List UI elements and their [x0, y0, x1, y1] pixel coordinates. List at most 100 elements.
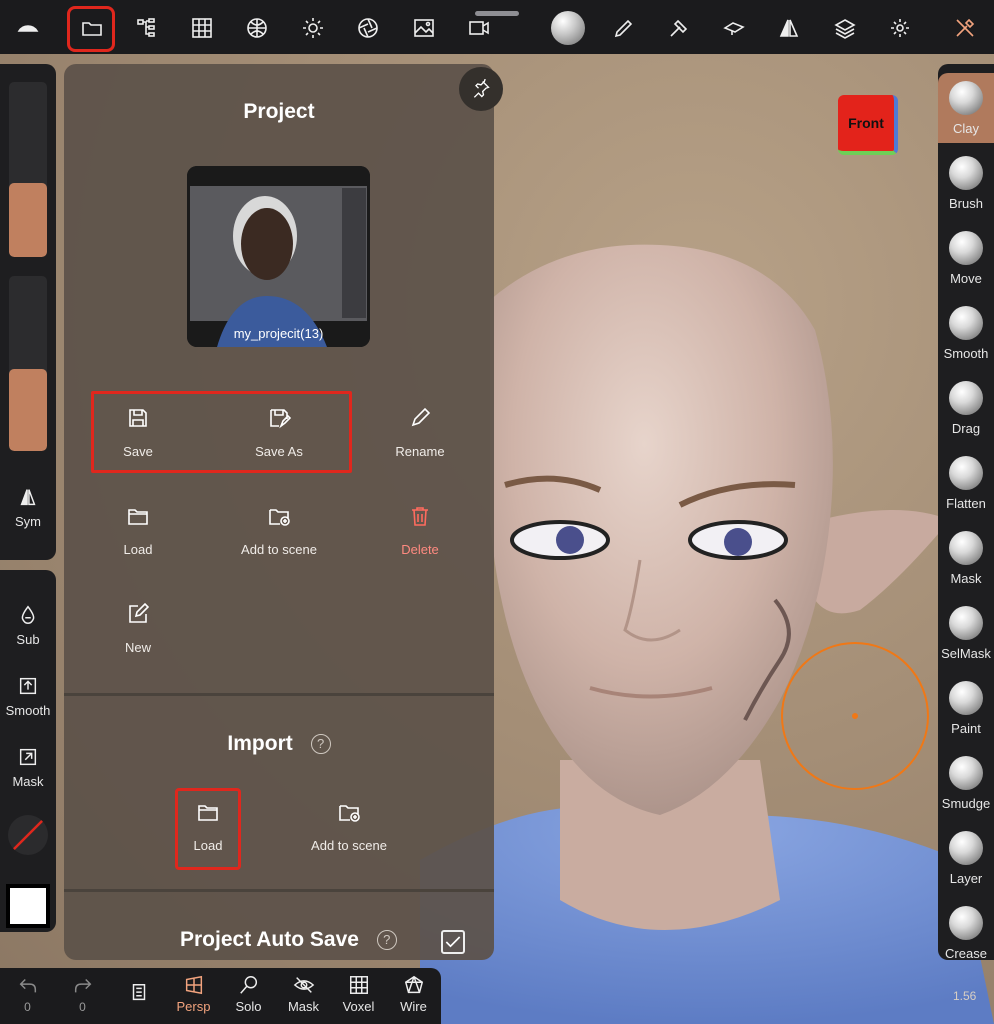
selmask-brush-icon: [949, 606, 983, 640]
eye-off-icon: [293, 977, 314, 993]
mask-shortcut[interactable]: Mask: [0, 746, 56, 789]
arrow-corner-box-icon: [19, 748, 37, 766]
cloud-icon[interactable]: [6, 6, 50, 50]
load-button[interactable]: Load: [64, 504, 213, 557]
disabled-color-icon[interactable]: [8, 815, 48, 855]
brush-item-paint[interactable]: Paint: [938, 673, 994, 743]
import-help-icon[interactable]: ?: [310, 734, 331, 755]
arrow-up-box-icon: [19, 677, 37, 695]
mask-visibility-toggle[interactable]: Mask: [276, 974, 331, 1014]
new-button[interactable]: New: [64, 602, 213, 655]
aperture-icon[interactable]: [346, 6, 390, 50]
brush-item-smooth[interactable]: Smooth: [938, 298, 994, 368]
folder-add-icon: [339, 805, 360, 822]
undo-icon: [19, 978, 36, 993]
wire-toggle[interactable]: Wire: [386, 974, 441, 1014]
sphere-grid-icon[interactable]: [235, 6, 279, 50]
history-button[interactable]: [111, 982, 166, 1007]
top-toolbar: [0, 0, 994, 54]
left-tool-panel: Sub Smooth Mask: [0, 570, 56, 932]
tools-icon[interactable]: [943, 6, 987, 50]
voxel-label: Voxel: [342, 999, 375, 1014]
solo-toggle[interactable]: Solo: [221, 974, 276, 1014]
pin-panel-button[interactable]: [459, 67, 503, 111]
smooth-shortcut[interactable]: Smooth: [0, 675, 56, 718]
voxel-toggle[interactable]: Voxel: [331, 974, 386, 1014]
brush-item-flatten[interactable]: Flatten: [938, 448, 994, 518]
flatten-brush-icon: [949, 456, 983, 490]
brush-item-smudge[interactable]: Smudge: [938, 748, 994, 818]
grid-icon[interactable]: [180, 6, 224, 50]
brush-label: Drag: [951, 421, 981, 436]
smooth-label: Smooth: [5, 703, 51, 718]
symmetry-icon[interactable]: [767, 6, 811, 50]
undo-count: 0: [24, 1000, 31, 1014]
view-cube-front[interactable]: Front: [838, 95, 898, 155]
book-icon: [132, 984, 145, 1001]
undo-button[interactable]: 0: [0, 974, 55, 1014]
move-brush-icon: [949, 231, 983, 265]
brush-label: SelMask: [941, 646, 991, 661]
delete-button[interactable]: Delete: [345, 504, 494, 557]
persp-toggle[interactable]: Persp: [166, 974, 221, 1014]
brush-item-clay[interactable]: Clay: [938, 73, 994, 143]
brush-label: Brush: [949, 196, 983, 211]
section-divider: [64, 693, 494, 696]
import-label: Import: [227, 732, 293, 755]
drag-brush-icon: [949, 381, 983, 415]
rename-label: Rename: [395, 444, 445, 459]
brush-item-crease[interactable]: Crease: [938, 898, 994, 968]
annotation-highlight: [67, 6, 115, 52]
project-name: my_projecit(13): [233, 326, 324, 341]
radius-slider[interactable]: [9, 82, 47, 257]
brush-label: Clay: [952, 121, 979, 136]
material-ball-icon[interactable]: [546, 6, 590, 50]
hammer-icon[interactable]: [657, 6, 701, 50]
plane-icon[interactable]: [712, 6, 756, 50]
clay-brush-icon: [949, 81, 983, 115]
redo-button[interactable]: 0: [55, 974, 110, 1014]
image-icon[interactable]: [402, 6, 446, 50]
smudge-brush-icon: [949, 756, 983, 790]
rename-button[interactable]: Rename: [345, 406, 494, 459]
sym-toggle[interactable]: Sym: [0, 486, 56, 529]
version-label: 1.56: [953, 989, 977, 1003]
folder-open-icon: [128, 509, 148, 525]
color-swatch[interactable]: [6, 884, 50, 928]
pen-icon[interactable]: [602, 6, 646, 50]
left-slider-panel: Sym: [0, 64, 56, 560]
brush-item-mask[interactable]: Mask: [938, 523, 994, 593]
auto-save-help-icon[interactable]: ?: [376, 930, 397, 951]
layers-icon[interactable]: [823, 6, 867, 50]
brush-item-selmask[interactable]: SelMask: [938, 598, 994, 668]
trash-icon: [412, 507, 428, 526]
sun-icon[interactable]: [291, 6, 335, 50]
auto-save-checkbox[interactable]: [441, 930, 465, 954]
video-icon[interactable]: [457, 6, 501, 50]
bottom-toolbar: 0 0 Persp Solo Mask Voxel Wire: [0, 968, 441, 1024]
brush-label: Smudge: [941, 796, 991, 811]
intensity-slider[interactable]: [9, 276, 47, 451]
sub-label: Sub: [16, 632, 40, 647]
import-add-to-scene-button[interactable]: Add to scene: [274, 800, 424, 853]
mask-brush-icon: [949, 531, 983, 565]
wireframe-icon: [404, 975, 423, 994]
delete-label: Delete: [401, 542, 439, 557]
brush-item-brush[interactable]: Brush: [938, 148, 994, 218]
add-to-scene-button[interactable]: Add to scene: [204, 504, 354, 557]
brush-label: Smooth: [943, 346, 989, 361]
intensity-slider-fill: [9, 369, 47, 451]
scene-tree-icon[interactable]: [125, 6, 169, 50]
new-file-icon: [129, 602, 150, 623]
brush-item-move[interactable]: Move: [938, 223, 994, 293]
brush-item-layer[interactable]: Layer: [938, 823, 994, 893]
panel-title: Project: [243, 100, 315, 123]
redo-icon: [74, 978, 91, 993]
radius-slider-fill: [9, 183, 47, 257]
sub-toggle[interactable]: Sub: [0, 604, 56, 647]
grid-icon: [349, 976, 368, 994]
brush-item-drag[interactable]: Drag: [938, 373, 994, 443]
project-thumbnail[interactable]: my_projecit(13): [187, 166, 370, 347]
settings-icon[interactable]: [878, 6, 922, 50]
brush-panel: Clay Brush Move Smooth Drag Flatten Mask SelMas…: [938, 64, 994, 961]
